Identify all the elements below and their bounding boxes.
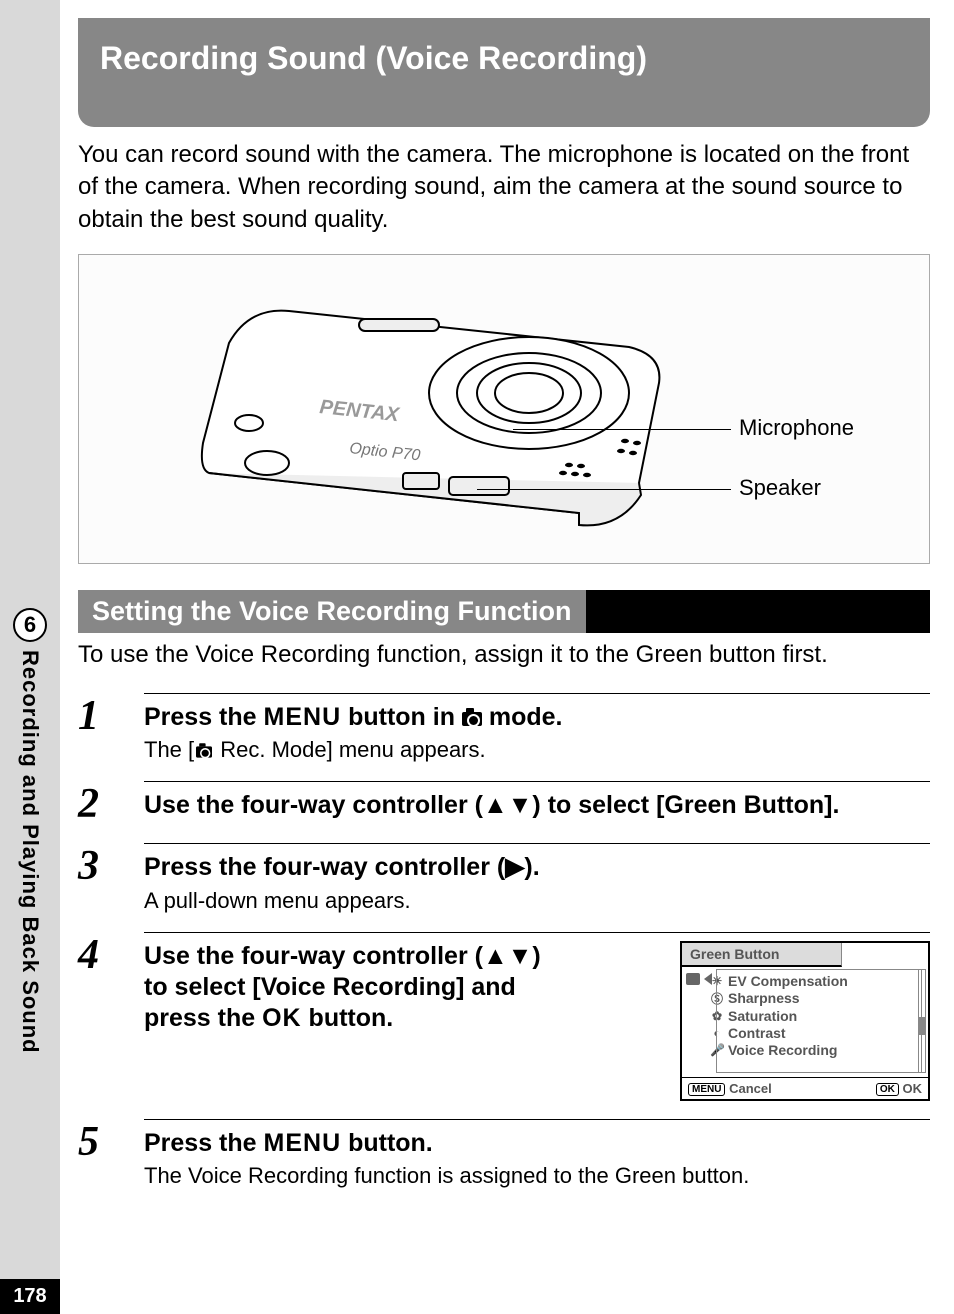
- intro-text: You can record sound with the camera. Th…: [78, 139, 930, 236]
- section-header-text: Setting the Voice Recording Function: [78, 590, 586, 633]
- title-bar: Recording Sound (Voice Recording): [78, 18, 930, 127]
- scrollbar-thumb: [918, 1017, 926, 1035]
- lcd-cancel-label: Cancel: [729, 1081, 772, 1096]
- menu-keyword: MENU: [264, 1129, 342, 1157]
- ok-badge-icon: OK: [876, 1083, 899, 1096]
- step-desc: The [ Rec. Mode] menu appears.: [144, 737, 930, 763]
- section-header: Setting the Voice Recording Function: [78, 590, 930, 633]
- text: button in: [341, 703, 462, 731]
- lcd-menu-list: ☀EV Compensation ⓈSharpness ✿Saturation …: [682, 967, 928, 1077]
- lcd-cancel: MENU Cancel: [688, 1081, 772, 1096]
- menu-badge-icon: MENU: [688, 1083, 725, 1096]
- step-number: 1: [78, 693, 122, 763]
- arrow-left-icon: [704, 973, 712, 985]
- step-title: Press the four-way controller (▶).: [144, 852, 930, 883]
- text: Use the four-way controller (▲▼): [144, 941, 660, 972]
- chapter-number: 6: [13, 608, 47, 642]
- text: Press the: [144, 703, 264, 731]
- page-content: Recording Sound (Voice Recording) You ca…: [60, 0, 954, 1231]
- callout-microphone: Microphone: [739, 415, 854, 441]
- text: Rec. Mode] menu appears.: [214, 737, 485, 762]
- selection-cursor-icon: [686, 973, 700, 985]
- lcd-screenshot: Green Button ☀EV Compensation ⓈSharpness…: [680, 941, 930, 1101]
- text: mode.: [482, 703, 563, 731]
- step-desc: A pull-down menu appears.: [144, 888, 930, 914]
- step-number: 2: [78, 781, 122, 825]
- dropdown-frame: [716, 969, 922, 1073]
- sidebar: 6 Recording and Playing Back Sound 178: [0, 0, 60, 1314]
- step-4: 4 Use the four-way controller (▲▼) to se…: [78, 932, 930, 1101]
- page-number: 178: [0, 1279, 60, 1314]
- chapter-title: Recording and Playing Back Sound: [17, 650, 43, 1054]
- menu-keyword: MENU: [264, 703, 342, 731]
- step-3: 3 Press the four-way controller (▶). A p…: [78, 843, 930, 913]
- text: The [: [144, 737, 194, 762]
- step-desc: The Voice Recording function is assigned…: [144, 1163, 930, 1189]
- callout-speaker: Speaker: [739, 475, 821, 501]
- leader-line-mic: [513, 429, 731, 430]
- lcd-title: Green Button: [682, 943, 842, 967]
- text: to select [Voice Recording] and: [144, 972, 660, 1003]
- section-intro: To use the Voice Recording function, ass…: [78, 641, 930, 669]
- text: button.: [302, 1004, 394, 1032]
- text: button.: [341, 1129, 433, 1157]
- lcd-footer: MENU Cancel OK OK: [682, 1077, 928, 1099]
- step-number: 5: [78, 1119, 122, 1189]
- step-2: 2 Use the four-way controller (▲▼) to se…: [78, 781, 930, 825]
- page-title: Recording Sound (Voice Recording): [100, 40, 908, 77]
- step-title: Press the MENU button in mode.: [144, 702, 930, 733]
- lcd-ok: OK OK: [876, 1081, 922, 1096]
- lcd-ok-label: OK: [903, 1081, 923, 1096]
- ok-keyword: OK: [262, 1004, 302, 1032]
- text: press the: [144, 1004, 262, 1032]
- step-number: 4: [78, 932, 122, 1101]
- leader-line-speaker: [477, 489, 731, 490]
- chapter-tab: 6 Recording and Playing Back Sound: [6, 608, 54, 1054]
- camera-illustration: PENTAX Optio P70: [149, 273, 669, 543]
- camera-diagram: PENTAX Optio P70 Microphone Speaker: [78, 254, 930, 564]
- camera-icon: [462, 712, 482, 726]
- step-title: Use the four-way controller (▲▼) to sele…: [144, 941, 660, 1035]
- text: Press the: [144, 1129, 264, 1157]
- step-title: Use the four-way controller (▲▼) to sele…: [144, 790, 930, 821]
- step-5: 5 Press the MENU button. The Voice Recor…: [78, 1119, 930, 1189]
- step-title: Press the MENU button.: [144, 1128, 930, 1159]
- camera-icon: [196, 746, 212, 757]
- step-1: 1 Press the MENU button in mode. The [ R…: [78, 693, 930, 763]
- step-number: 3: [78, 843, 122, 913]
